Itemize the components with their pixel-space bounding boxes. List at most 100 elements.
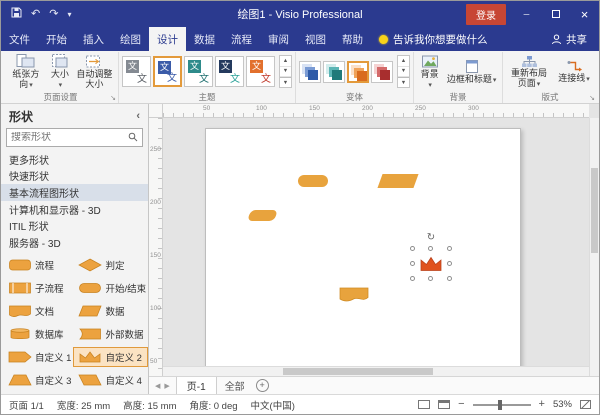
size-button[interactable]: 大小 [48, 52, 72, 91]
drawing-page[interactable] [205, 128, 521, 374]
share-button[interactable]: 共享 [539, 27, 599, 51]
gallery-scroll-down-icon[interactable] [280, 67, 291, 77]
presentation-view-icon[interactable] [438, 400, 450, 409]
variant-thumbnail-selected[interactable] [347, 61, 369, 83]
shape-master-list: 流程 判定 子流程 开始/结束 文档 [1, 251, 148, 394]
selection-handle[interactable] [447, 276, 452, 281]
master-start-end[interactable]: 开始/结束 [73, 278, 148, 298]
selection-handle[interactable] [447, 246, 452, 251]
tab-home[interactable]: 开始 [38, 27, 75, 51]
vertical-scrollbar[interactable] [589, 118, 599, 376]
zoom-out-icon[interactable]: − [458, 399, 464, 410]
tab-insert[interactable]: 插入 [75, 27, 112, 51]
tab-file[interactable]: 文件 [1, 27, 38, 51]
stencil-basic-flowchart[interactable]: 基本流程图形状 [1, 184, 148, 201]
shape-search-input[interactable] [11, 132, 125, 143]
close-button[interactable] [570, 1, 599, 27]
save-icon[interactable] [11, 7, 22, 21]
background-button[interactable]: 背景 [417, 53, 442, 91]
tab-draw[interactable]: 绘图 [112, 27, 149, 51]
canvas-shape-process[interactable] [298, 175, 328, 187]
undo-icon[interactable] [31, 9, 40, 20]
tab-help[interactable]: 帮助 [334, 27, 371, 51]
selection-handle[interactable] [428, 276, 433, 281]
orientation-button[interactable]: 纸张方向 [6, 52, 46, 91]
variant-thumbnail[interactable] [299, 61, 321, 83]
master-data[interactable]: 数据 [73, 301, 148, 321]
maximize-button[interactable] [541, 1, 570, 27]
variant-thumbnail[interactable] [323, 61, 345, 83]
customize-qat-icon[interactable] [67, 9, 71, 20]
master-custom-2-selected[interactable]: 自定义 2 [73, 347, 148, 367]
tab-review[interactable]: 审阅 [260, 27, 297, 51]
canvas-shape-document[interactable] [339, 287, 369, 303]
canvas-shape-data[interactable] [377, 174, 418, 188]
master-subprocess[interactable]: 子流程 [3, 278, 73, 298]
all-pages-button[interactable]: 全部 [217, 377, 253, 394]
tab-process[interactable]: 流程 [223, 27, 260, 51]
previous-page-icon[interactable] [155, 382, 160, 390]
tell-me-box[interactable]: 告诉我你想要做什么 [371, 27, 496, 51]
redo-icon[interactable] [49, 9, 58, 20]
selection-handle[interactable] [410, 261, 415, 266]
tab-view[interactable]: 视图 [297, 27, 334, 51]
page-setup-dialog-launcher-icon[interactable] [110, 95, 116, 102]
horizontal-scrollbar[interactable] [163, 366, 589, 376]
gallery-scroll-up-icon[interactable] [280, 56, 291, 66]
normal-view-icon[interactable] [418, 400, 430, 409]
theme-thumbnail[interactable]: 文文 [184, 56, 213, 87]
master-process[interactable]: 流程 [3, 255, 73, 275]
selection-handle[interactable] [410, 276, 415, 281]
tab-design[interactable]: 设计 [149, 27, 186, 51]
borders-titles-button[interactable]: 边框和标题 [444, 58, 499, 86]
collapse-panel-icon[interactable] [136, 110, 140, 122]
gallery-scroll-up-icon[interactable] [398, 56, 409, 66]
selection-handle[interactable] [428, 246, 433, 251]
zoom-slider[interactable] [473, 404, 531, 406]
insert-page-icon[interactable] [256, 379, 269, 392]
zoom-in-icon[interactable]: + [539, 399, 545, 410]
canvas-shape-rounded[interactable] [247, 210, 278, 221]
status-page-count[interactable]: 页面 1/1 [9, 398, 44, 412]
master-custom-1[interactable]: 自定义 1 [3, 347, 73, 367]
page-tab-1[interactable]: 页-1 [176, 377, 217, 394]
stencil-computers-monitors[interactable]: 计算机和显示器 - 3D [1, 201, 148, 218]
gallery-more-icon[interactable] [280, 77, 291, 87]
master-external-data[interactable]: 外部数据 [73, 324, 148, 344]
connectors-button[interactable]: 连接线 [554, 58, 594, 85]
zoom-slider-thumb[interactable] [498, 400, 502, 410]
horizontal-scrollbar-thumb[interactable] [283, 368, 433, 375]
gallery-more-icon[interactable] [398, 77, 409, 87]
gallery-scroll-down-icon[interactable] [398, 67, 409, 77]
search-icon[interactable] [128, 132, 138, 142]
stencil-quick-shapes[interactable]: 快速形状 [1, 167, 148, 184]
stencil-more-shapes[interactable]: 更多形状 [1, 151, 148, 168]
master-custom-3[interactable]: 自定义 3 [3, 370, 73, 390]
master-decision[interactable]: 判定 [73, 255, 148, 275]
minimize-button[interactable] [512, 1, 541, 27]
fit-page-icon[interactable] [580, 400, 591, 409]
master-database[interactable]: 数据库 [3, 324, 73, 344]
master-custom-4[interactable]: 自定义 4 [73, 370, 148, 390]
vertical-scrollbar-thumb[interactable] [591, 168, 598, 253]
stencil-servers-3d[interactable]: 服务器 - 3D [1, 234, 148, 251]
zoom-level[interactable]: 53% [553, 399, 572, 410]
tab-data[interactable]: 数据 [186, 27, 223, 51]
variant-thumbnail[interactable] [371, 61, 393, 83]
selection-handle[interactable] [447, 261, 452, 266]
rotation-handle-icon[interactable] [427, 233, 435, 243]
layout-dialog-launcher-icon[interactable] [589, 95, 595, 102]
next-page-icon[interactable] [164, 382, 169, 390]
theme-thumbnail[interactable]: 文文 [215, 56, 244, 87]
relayout-page-button[interactable]: 重新布局 页面 [506, 54, 552, 90]
stencil-itil[interactable]: ITIL 形状 [1, 218, 148, 235]
status-language[interactable]: 中文(中国) [251, 398, 295, 412]
drawing-canvas[interactable]: 50 100 150 200 250 300 250 200 150 100 5… [149, 104, 599, 376]
theme-thumbnail[interactable]: 文文 [246, 56, 275, 87]
selection-handle[interactable] [410, 246, 415, 251]
theme-thumbnail-selected[interactable]: 文文 [153, 56, 182, 87]
master-document[interactable]: 文档 [3, 301, 73, 321]
theme-thumbnail[interactable]: 文文 [122, 56, 151, 87]
sign-in-button[interactable]: 登录 [466, 4, 506, 25]
autosize-button[interactable]: 自动调整大小 [74, 53, 115, 91]
